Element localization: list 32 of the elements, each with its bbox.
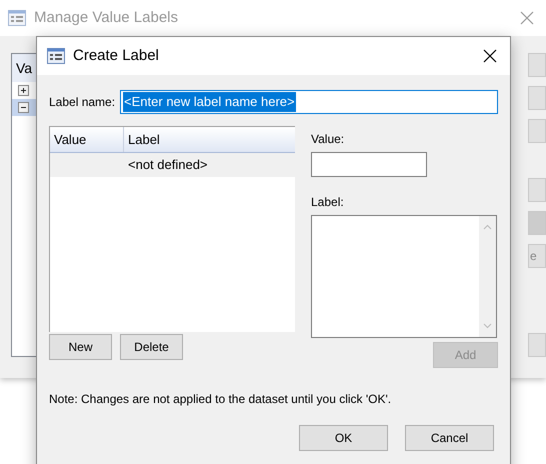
field-label: Label: xyxy=(311,194,345,211)
cancel-button[interactable]: Cancel xyxy=(405,425,494,451)
new-button[interactable]: New xyxy=(49,334,112,360)
side-button[interactable] xyxy=(528,178,546,202)
side-button[interactable] xyxy=(528,333,546,357)
side-button[interactable] xyxy=(528,86,546,110)
scroll-up-icon[interactable] xyxy=(483,224,492,230)
window-icon xyxy=(47,48,65,64)
window-title: Manage Value Labels xyxy=(34,8,178,28)
label-name-field[interactable]: <Enter new label name here> xyxy=(120,90,498,114)
scroll-down-icon[interactable] xyxy=(483,323,492,329)
side-button[interactable] xyxy=(528,53,546,77)
plus-icon[interactable] xyxy=(18,85,29,96)
note-text: Note: Changes are not applied to the dataset until you click 'OK'. xyxy=(49,391,392,408)
ok-button[interactable]: OK xyxy=(299,425,388,451)
field-label: Label name: xyxy=(49,94,116,111)
column-header[interactable]: Value xyxy=(50,127,124,152)
window-icon xyxy=(8,10,26,26)
table-cell-text: <not defined> xyxy=(127,156,209,174)
column-header[interactable]: Label xyxy=(124,127,295,152)
delete-button[interactable]: Delete xyxy=(120,334,183,360)
field-label: Value: xyxy=(311,131,346,148)
side-button[interactable] xyxy=(528,211,546,235)
label-text-area[interactable] xyxy=(311,215,497,338)
close-icon[interactable] xyxy=(483,49,497,63)
side-button[interactable] xyxy=(528,119,546,143)
scrollbar[interactable] xyxy=(479,216,496,337)
dialog-title: Create Label xyxy=(73,46,159,66)
column-header: Va xyxy=(16,58,32,78)
table-row[interactable]: <not defined> xyxy=(50,153,295,177)
value-field[interactable] xyxy=(311,152,427,177)
minus-icon[interactable] xyxy=(18,102,29,113)
